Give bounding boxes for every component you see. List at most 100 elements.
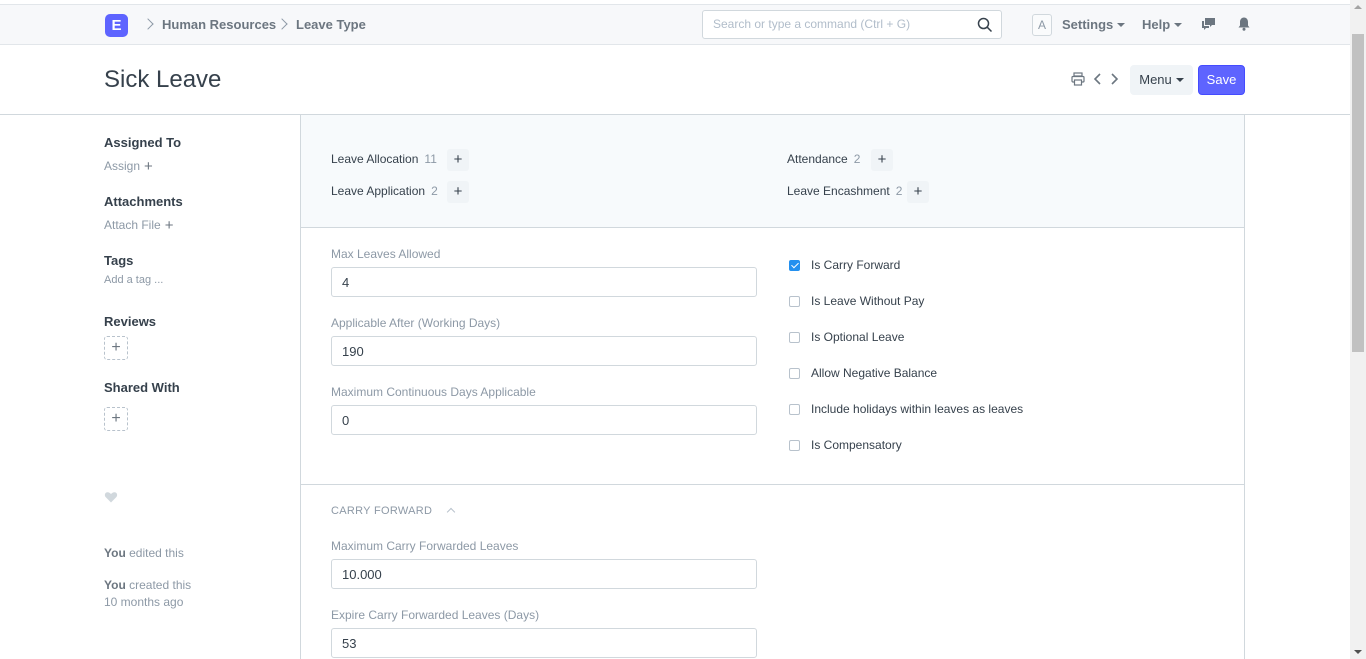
is-compensatory-label: Is Compensatory [811, 438, 902, 452]
menu-button[interactable]: Menu [1130, 65, 1193, 95]
avatar[interactable]: A [1032, 14, 1052, 36]
include-holidays-checkbox[interactable] [789, 403, 800, 415]
print-icon[interactable] [1071, 72, 1085, 86]
expire-carry-forwarded-input[interactable] [331, 628, 757, 658]
plus-icon: + [164, 217, 174, 234]
reviews-label: Reviews [104, 314, 157, 329]
created-time: 10 months ago [104, 595, 184, 609]
add-attendance-button[interactable]: + [871, 149, 893, 171]
chat-icon[interactable] [1201, 16, 1217, 32]
carry-forward-section-title: CARRY FORWARD [331, 505, 433, 517]
breadcrumb-human-resources[interactable]: Human Resources [162, 17, 276, 32]
applicable-after-label: Applicable After (Working Days) [331, 316, 501, 330]
like-heart-icon[interactable] [104, 490, 118, 504]
attach-file-link[interactable]: Attach File + [104, 217, 173, 234]
shared-with-label: Shared With [104, 380, 180, 395]
chevron-right-icon [277, 16, 287, 32]
created-timeline-item: You created this 10 months ago [104, 577, 191, 611]
help-dropdown[interactable]: Help [1142, 17, 1183, 32]
edited-actor: You [104, 546, 126, 560]
leave-settings-section: Max Leaves Allowed Applicable After (Wor… [301, 228, 1244, 485]
max-continuous-days-input[interactable] [331, 405, 757, 435]
scrollbar-thumb[interactable] [1352, 34, 1364, 352]
max-continuous-days-label: Maximum Continuous Days Applicable [331, 385, 536, 399]
add-share-button[interactable]: + [104, 407, 128, 431]
awesome-bar [702, 10, 1002, 39]
help-label: Help [1142, 17, 1171, 32]
chevron-up-icon [447, 507, 456, 517]
created-actor: You [104, 578, 126, 592]
scroll-up-arrow-icon[interactable] [1354, 5, 1362, 9]
assign-link[interactable]: Assign + [104, 158, 153, 175]
carry-forward-section: CARRY FORWARD Maximum Carry Forwarded Le… [301, 485, 1244, 659]
breadcrumb-leave-type[interactable]: Leave Type [296, 17, 366, 32]
allow-negative-balance-checkbox[interactable] [789, 367, 800, 379]
dashboard-link-leave-encashment[interactable]: Leave Encashment 2 [787, 184, 902, 198]
max-carry-forwarded-label: Maximum Carry Forwarded Leaves [331, 539, 519, 553]
dashboard-link-label: Leave Allocation [331, 152, 419, 166]
add-tag-link[interactable]: Add a tag ... [104, 274, 163, 286]
add-leave-allocation-button[interactable]: + [447, 149, 469, 171]
assigned-to-label: Assigned To [104, 135, 182, 150]
attach-file-text: Attach File [104, 218, 161, 232]
previous-record-icon[interactable] [1091, 72, 1105, 86]
created-text: created this [129, 578, 192, 592]
is-leave-without-pay-label: Is Leave Without Pay [811, 294, 925, 308]
is-carry-forward-label: Is Carry Forward [811, 258, 901, 272]
attachments-label: Attachments [104, 194, 183, 209]
allow-negative-balance-field[interactable]: Allow Negative Balance [789, 366, 937, 380]
page-scrollbar[interactable] [1350, 0, 1366, 659]
form-dashboard: Leave Allocation 11 + Leave Application 2 … [301, 115, 1244, 228]
search-input[interactable] [713, 17, 968, 31]
notification-bell-icon[interactable] [1236, 16, 1252, 32]
is-optional-leave-label: Is Optional Leave [811, 330, 905, 344]
dashboard-link-attendance[interactable]: Attendance 2 [787, 152, 860, 166]
is-optional-leave-checkbox[interactable] [789, 331, 800, 343]
dashboard-link-count: 2 [431, 184, 438, 198]
chevron-right-icon [143, 16, 153, 32]
page-head: Sick Leave Menu Save [0, 45, 1350, 115]
is-carry-forward-checkbox[interactable] [789, 259, 800, 271]
page-title: Sick Leave [104, 66, 222, 93]
dashboard-link-count: 11 [424, 152, 437, 166]
form-layout: Leave Allocation 11 + Leave Application 2 … [300, 115, 1245, 659]
add-review-button[interactable]: + [104, 336, 128, 360]
dashboard-link-label: Leave Encashment [787, 184, 890, 198]
tags-label: Tags [104, 253, 134, 268]
search-icon[interactable] [977, 17, 993, 33]
settings-label: Settings [1062, 17, 1114, 32]
applicable-after-input[interactable] [331, 336, 757, 366]
max-leaves-input[interactable] [331, 267, 757, 297]
scroll-down-arrow-icon[interactable] [1354, 650, 1362, 654]
caret-down-icon [1175, 78, 1184, 82]
app-logo[interactable]: E [105, 14, 128, 37]
include-holidays-label: Include holidays within leaves as leaves [811, 402, 1024, 416]
is-compensatory-field[interactable]: Is Compensatory [789, 438, 902, 452]
add-leave-application-button[interactable]: + [447, 181, 469, 203]
is-leave-without-pay-field[interactable]: Is Leave Without Pay [789, 294, 924, 308]
add-leave-encashment-button[interactable]: + [907, 181, 929, 203]
dashboard-link-label: Leave Application [331, 184, 426, 198]
assign-link-text: Assign [104, 159, 141, 173]
is-leave-without-pay-checkbox[interactable] [789, 295, 800, 307]
edited-timeline-item: You edited this [104, 545, 184, 562]
caret-down-icon [1117, 23, 1126, 27]
carry-forward-section-toggle[interactable]: CARRY FORWARD [331, 505, 456, 517]
plus-icon: + [144, 158, 153, 175]
settings-dropdown[interactable]: Settings [1062, 17, 1126, 32]
max-carry-forwarded-input[interactable] [331, 559, 757, 589]
save-button[interactable]: Save [1198, 65, 1245, 95]
navbar: E Human Resources Leave Type A Settings … [0, 4, 1350, 45]
include-holidays-field[interactable]: Include holidays within leaves as leaves [789, 402, 1023, 416]
next-record-icon[interactable] [1107, 72, 1121, 86]
allow-negative-balance-label: Allow Negative Balance [811, 366, 938, 380]
caret-down-icon [1174, 23, 1183, 27]
edited-text: edited this [129, 546, 184, 560]
dashboard-link-count: 2 [895, 184, 903, 198]
dashboard-link-leave-allocation[interactable]: Leave Allocation 11 [331, 152, 437, 166]
is-compensatory-checkbox[interactable] [789, 439, 800, 451]
is-optional-leave-field[interactable]: Is Optional Leave [789, 330, 904, 344]
menu-label: Menu [1139, 72, 1172, 87]
dashboard-link-leave-application[interactable]: Leave Application 2 [331, 184, 438, 198]
is-carry-forward-field[interactable]: Is Carry Forward [789, 258, 900, 272]
